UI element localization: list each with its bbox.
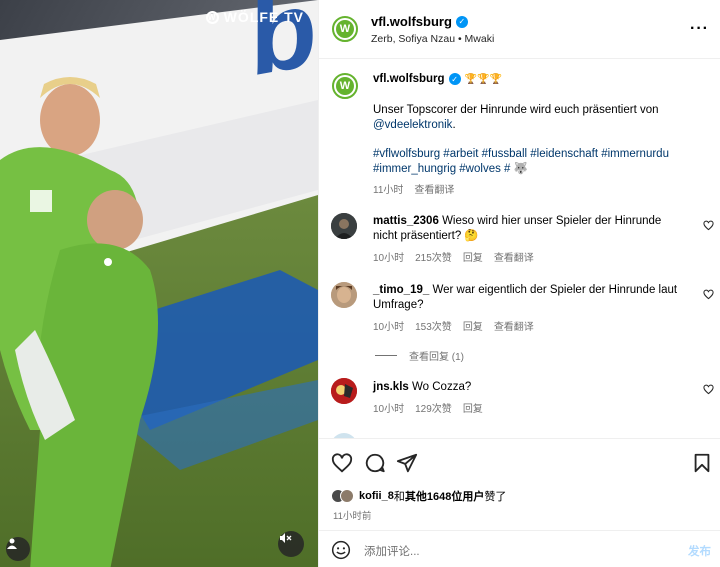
view-replies-button[interactable]: 查看回复 (1) <box>375 348 464 363</box>
comment-body: mattis_2306 Wieso wird hier unser Spiele… <box>373 214 688 244</box>
video-watermark: W WÖLFE TV <box>205 9 304 25</box>
author-username-row: vfl.wolfsburg ✓ <box>371 14 468 29</box>
wolf-logo-icon: W <box>205 10 219 24</box>
avatar-letter: W <box>336 20 354 38</box>
post-comment-button[interactable]: 发布 <box>688 543 711 559</box>
caption-mention-suffix: . <box>452 119 456 131</box>
commenter-avatar[interactable] <box>331 378 357 404</box>
commenter-avatar[interactable] <box>331 282 357 308</box>
avatar-letter: W <box>336 77 354 95</box>
reply-button[interactable]: 回复 <box>463 400 483 415</box>
add-comment-bar: 添加评论... 发布 <box>319 530 720 567</box>
likes-others-link[interactable]: 其他1648位用户 <box>405 488 484 504</box>
emoji-smile-icon[interactable] <box>331 540 351 560</box>
caption-time[interactable]: 11小时 <box>373 181 403 196</box>
comment-meta: 10小时 129次赞 回复 <box>373 400 483 415</box>
comment-text: Wo Cozza? <box>412 381 472 393</box>
comment-body: jns.kls Wo Cozza? <box>373 380 688 395</box>
author-avatar[interactable]: W <box>332 16 358 42</box>
caption-text: Unser Topscorer der Hinrunde wird euch p… <box>373 103 688 133</box>
comment-time[interactable]: 10小时 <box>373 318 404 333</box>
reply-button[interactable]: 回复 <box>463 318 483 333</box>
caption-mention-link[interactable]: @vdeelektronik <box>373 119 452 131</box>
reply-button[interactable]: 回复 <box>463 249 483 264</box>
caption-hashtags: #vflwolfsburg #arbeit #fussball #leidens… <box>373 147 688 177</box>
divider-line <box>375 355 397 356</box>
likes-summary[interactable]: kofii_8 和 其他1648位用户 赞了 <box>331 488 506 504</box>
translate-link[interactable]: 查看翻译 <box>494 249 534 264</box>
comment-likes[interactable]: 153次赞 <box>415 318 452 333</box>
instagram-post-view: b W WÖLFE TV W vfl.wolfsburg ✓ Zerb, Sof… <box>0 0 720 567</box>
speaker-muted-icon <box>280 533 292 543</box>
likes-suffix: 赞了 <box>484 491 507 503</box>
heart-icon[interactable] <box>703 220 714 231</box>
comment-time[interactable]: 10小时 <box>373 249 404 264</box>
heart-icon[interactable] <box>331 452 353 474</box>
post-header: W vfl.wolfsburg ✓ Zerb, Sofiya Nzau • Mw… <box>319 0 720 59</box>
post-time[interactable]: 11小时前 <box>333 508 371 522</box>
send-icon[interactable] <box>396 452 418 474</box>
verified-badge-icon: ✓ <box>455 15 468 28</box>
hashtags-link[interactable]: #immer_hungrig #wolves # 🐺 <box>373 163 528 175</box>
comment-username[interactable]: _timo_19_ <box>373 284 429 296</box>
caption-avatar[interactable]: W <box>332 73 358 99</box>
comment-body: _timo_19_ Wer war eigentlich der Spieler… <box>373 283 688 313</box>
caption-emoji: 🏆🏆🏆 <box>464 73 502 85</box>
comment-input[interactable]: 添加评论... <box>364 543 420 559</box>
user-tag-button[interactable] <box>6 537 30 561</box>
comments-scroll-area[interactable]: W vfl.wolfsburg ✓ 🏆🏆🏆 Unser Topscorer de… <box>319 60 720 438</box>
avatar-image <box>331 282 357 308</box>
audio-attribution[interactable]: Zerb, Sofiya Nzau • Mwaki <box>371 33 494 45</box>
comment-likes[interactable]: 215次赞 <box>415 249 452 264</box>
caption-meta: 11小时 查看翻译 <box>373 181 454 196</box>
caption-username-row: vfl.wolfsburg ✓ 🏆🏆🏆 <box>373 73 502 85</box>
translate-link[interactable]: 查看翻译 <box>414 181 454 196</box>
author-username[interactable]: vfl.wolfsburg <box>371 14 452 29</box>
caption-username[interactable]: vfl.wolfsburg <box>373 73 445 85</box>
heart-icon[interactable] <box>703 289 714 300</box>
watermark-text: WÖLFE TV <box>223 9 304 25</box>
view-replies-label: 查看回复 (1) <box>409 352 464 363</box>
likes-connector: 和 <box>393 491 405 503</box>
comment-meta: 10小时 215次赞 回复 查看翻译 <box>373 249 534 264</box>
hashtags-link[interactable]: #vflwolfsburg #arbeit #fussball #leidens… <box>373 148 669 160</box>
caption-line: Unser Topscorer der Hinrunde wird euch p… <box>373 104 659 116</box>
comment-username[interactable]: jns.kls <box>373 381 409 393</box>
comment-time[interactable]: 10小时 <box>373 400 404 415</box>
liker-avatar <box>340 489 354 503</box>
commenter-avatar[interactable] <box>331 213 357 239</box>
user-tag-icon <box>7 538 17 549</box>
post-video[interactable]: b W WÖLFE TV <box>0 0 318 567</box>
comment-likes[interactable]: 129次赞 <box>415 400 452 415</box>
comment-icon[interactable] <box>364 452 386 474</box>
more-options-icon[interactable]: ··· <box>690 20 709 38</box>
post-actions: kofii_8 和 其他1648位用户 赞了 11小时前 <box>319 438 720 530</box>
avatar-image <box>331 213 357 239</box>
heart-icon[interactable] <box>703 384 714 395</box>
comment-username[interactable]: mattis_2306 <box>373 215 439 227</box>
comment-meta: 10小时 153次赞 回复 查看翻译 <box>373 318 534 333</box>
avatar-image <box>331 378 357 404</box>
bookmark-icon[interactable] <box>691 452 713 474</box>
post-detail-panel: W vfl.wolfsburg ✓ Zerb, Sofiya Nzau • Mw… <box>318 0 720 567</box>
translate-link[interactable]: 查看翻译 <box>494 318 534 333</box>
video-frame-illustration: b <box>0 0 318 567</box>
verified-badge-icon: ✓ <box>448 73 461 85</box>
liker-username[interactable]: kofii_8 <box>359 490 394 502</box>
mute-button[interactable] <box>278 531 304 557</box>
